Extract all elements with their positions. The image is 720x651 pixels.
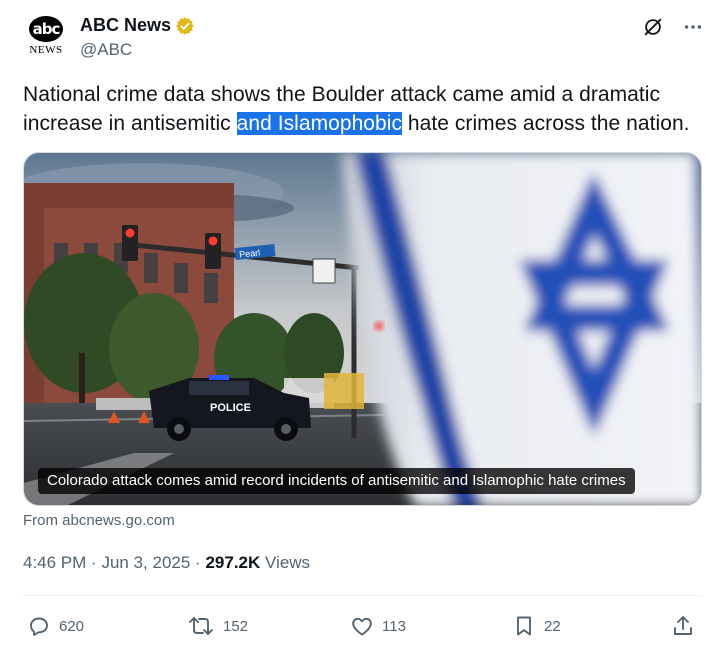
tweet-card: abc NEWS ABC News @ABC National crime da… xyxy=(0,0,720,651)
tweet-text-end: hate crimes across the nation. xyxy=(402,112,690,135)
abc-logo: abc xyxy=(29,16,63,42)
meta-separator-2: · xyxy=(195,553,201,572)
like-button[interactable]: 113 xyxy=(350,612,406,640)
top-icons xyxy=(640,14,706,40)
grok-icon[interactable] xyxy=(640,14,666,40)
reply-count: 620 xyxy=(59,617,85,635)
tweet-text: National crime data shows the Boulder at… xyxy=(23,80,703,138)
tweet-date[interactable]: Jun 3, 2025 xyxy=(101,553,190,572)
tweet-meta: 4:46 PM · Jun 3, 2025 · 297.2K Views xyxy=(23,553,310,573)
share-icon xyxy=(674,616,692,635)
avatar[interactable]: abc NEWS xyxy=(22,12,70,60)
more-icon[interactable] xyxy=(680,14,706,40)
like-count: 113 xyxy=(382,617,406,635)
reply-icon xyxy=(30,617,48,636)
views-count: 297.2K xyxy=(205,553,261,572)
repost-icon xyxy=(189,617,213,635)
tweet-text-selection: and Islamophobic xyxy=(236,112,403,135)
link-source[interactable]: From abcnews.go.com xyxy=(23,512,175,529)
reply-button[interactable]: 620 xyxy=(27,612,84,640)
tweet-time[interactable]: 4:46 PM xyxy=(23,553,86,572)
news-photo: Pearl POLICE xyxy=(24,153,701,505)
repost-button[interactable]: 152 xyxy=(187,612,248,640)
link-card-image[interactable]: Pearl POLICE Colorado attack comes amid … xyxy=(23,152,702,506)
author-name-row: ABC News xyxy=(80,15,195,36)
meta-separator: · xyxy=(91,553,97,572)
bookmark-icon xyxy=(517,616,531,636)
verified-badge-icon xyxy=(175,16,195,36)
repost-count: 152 xyxy=(223,617,249,635)
views-label: Views xyxy=(265,553,311,572)
bookmark-button[interactable]: 22 xyxy=(512,612,561,640)
abc-logo-subtext: NEWS xyxy=(29,44,63,56)
display-name[interactable]: ABC News xyxy=(80,15,171,36)
divider xyxy=(23,595,702,596)
link-card-headline: Colorado attack comes amid record incide… xyxy=(38,468,635,494)
bookmark-count: 22 xyxy=(544,617,561,635)
police-label: POLICE xyxy=(210,402,251,414)
action-bar: 620 152 113 22 xyxy=(23,612,702,640)
heart-icon xyxy=(352,617,372,636)
author-handle[interactable]: @ABC xyxy=(80,40,132,60)
share-button[interactable] xyxy=(671,612,695,640)
